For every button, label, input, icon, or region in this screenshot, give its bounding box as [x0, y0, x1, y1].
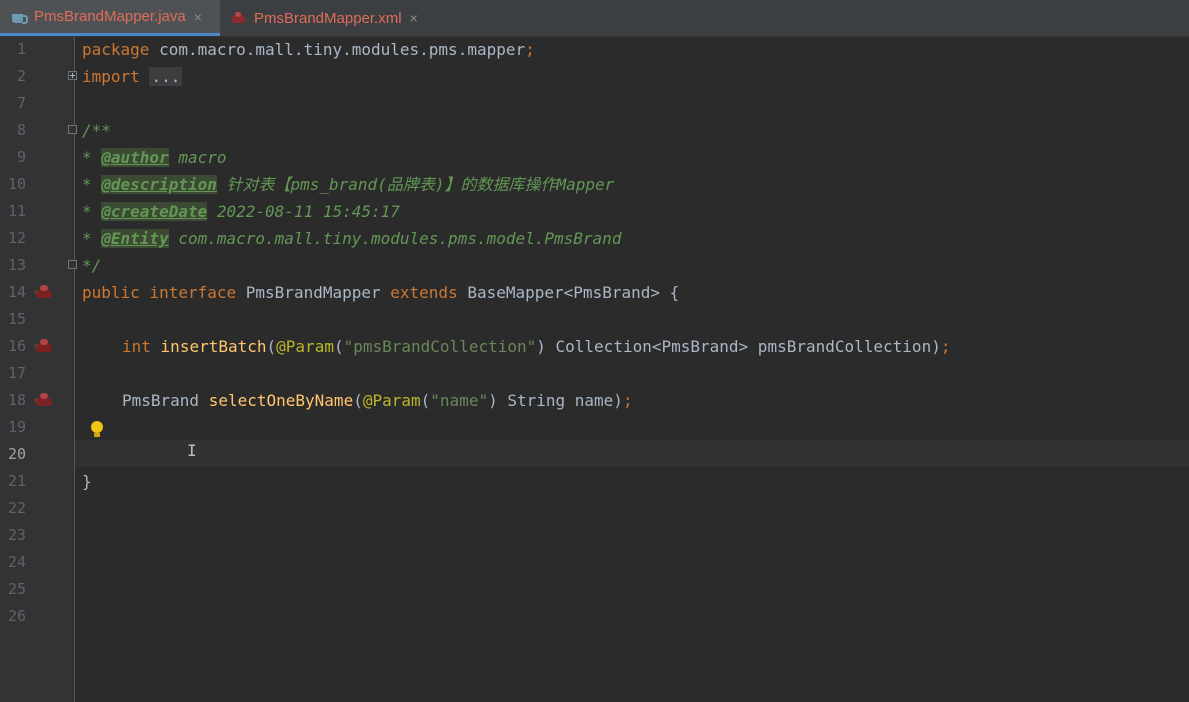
- line-number: 10: [7, 175, 26, 193]
- tab-label: PmsBrandMapper.xml: [254, 9, 402, 27]
- mybatis-navigate-icon[interactable]: [34, 284, 54, 300]
- editor-tab-bar: PmsBrandMapper.java × PmsBrandMapper.xml…: [0, 0, 1189, 37]
- line-number: 18: [7, 391, 26, 409]
- line-number: 13: [7, 256, 26, 274]
- line-number: 21: [7, 472, 26, 490]
- line-number: 24: [7, 553, 26, 571]
- folded-imports[interactable]: ...: [149, 67, 183, 86]
- line-number: 11: [7, 202, 26, 220]
- line-number: 23: [7, 526, 26, 544]
- tab-pmsbrandmapper-java[interactable]: PmsBrandMapper.java ×: [0, 0, 220, 36]
- code-line-18: PmsBrand selectOneByName(@Param("name") …: [122, 391, 633, 410]
- line-number: 25: [7, 580, 26, 598]
- line-number: 15: [7, 310, 26, 328]
- code-line-2: import ...: [82, 67, 183, 86]
- code-line-13: */: [82, 256, 102, 275]
- line-number: 16: [7, 337, 26, 355]
- code-line-14: public interface PmsBrandMapper extends …: [82, 283, 680, 302]
- fold-end-icon[interactable]: [68, 260, 77, 269]
- line-number: 22: [7, 499, 26, 517]
- code-line-9: * @author macro: [82, 148, 227, 167]
- code-line-8: /**: [82, 121, 111, 140]
- code-line-21: }: [82, 472, 92, 491]
- line-number: 1: [16, 40, 26, 58]
- tab-pmsbrandmapper-xml[interactable]: PmsBrandMapper.xml ×: [220, 0, 440, 36]
- line-number: 12: [7, 229, 26, 247]
- code-line-11: * @createDate 2022-08-11 15:45:17: [82, 202, 400, 221]
- code-line-1: package com.macro.mall.tiny.modules.pms.…: [82, 40, 535, 59]
- line-number: 19: [7, 418, 26, 436]
- line-number: 2: [16, 67, 26, 85]
- mybatis-navigate-icon[interactable]: [34, 392, 54, 408]
- mybatis-xml-icon: [230, 11, 248, 25]
- code-line-16: int insertBatch(@Param("pmsBrandCollecti…: [122, 337, 951, 356]
- line-number: 14: [7, 283, 26, 301]
- mybatis-navigate-icon[interactable]: [34, 338, 54, 354]
- close-tab-icon[interactable]: ×: [410, 10, 418, 26]
- tab-label: PmsBrandMapper.java: [34, 8, 186, 25]
- line-number: 26: [7, 607, 26, 625]
- line-number: 7: [16, 94, 26, 112]
- fold-expand-icon[interactable]: [68, 71, 77, 80]
- code-line-10: * @description 针对表【pms_brand(品牌表)】的数据库操作…: [82, 175, 615, 194]
- line-number: 17: [7, 364, 26, 382]
- lightbulb-icon[interactable]: [91, 421, 103, 439]
- line-number: 9: [16, 148, 26, 166]
- fold-collapse-icon[interactable]: [68, 125, 77, 134]
- text-cursor-icon: I: [187, 441, 197, 460]
- line-number: 8: [16, 121, 26, 139]
- line-number-current: 20: [7, 445, 26, 463]
- java-file-icon: [10, 10, 28, 24]
- code-line-12: * @Entity com.macro.mall.tiny.modules.pm…: [82, 229, 622, 248]
- close-tab-icon[interactable]: ×: [194, 9, 202, 25]
